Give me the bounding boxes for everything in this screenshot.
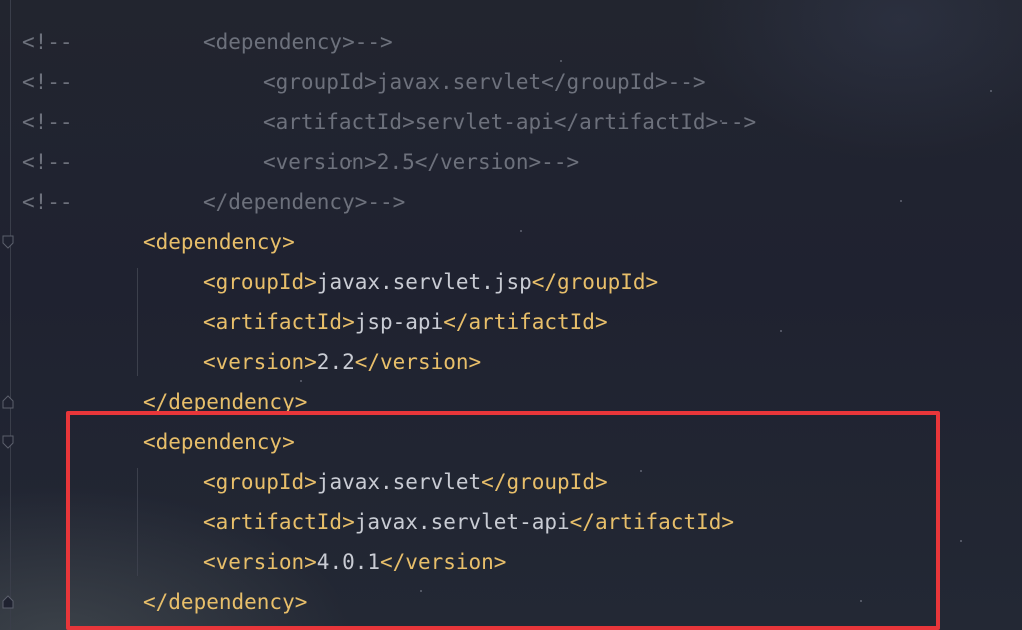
comment-close-marker: --> (541, 150, 580, 174)
line-content: <groupId>javax.servlet.jsp</groupId> (203, 262, 658, 302)
comment-open-marker: <!-- (22, 70, 73, 94)
line-content: <version>2.2</version> (203, 342, 481, 382)
highlight-box (66, 411, 940, 630)
comment-close-marker: --> (367, 190, 406, 214)
xml-open-tag: <version> (203, 350, 317, 374)
xml-close-tag: </groupId> (531, 270, 659, 294)
commented-line[interactable]: <!-- <artifactId>servlet-api</artifactId>… (0, 102, 1022, 142)
commented-line[interactable]: <!-- <dependency>--> (0, 22, 1022, 62)
xml-open-tag: <dependency> (203, 30, 355, 54)
xml-text: servlet-api (414, 110, 554, 134)
comment-open-marker: <!-- (22, 150, 73, 174)
comment-close-marker: --> (354, 30, 393, 54)
comment-open-marker: <!-- (22, 110, 73, 134)
xml-text: 2.2 (316, 350, 355, 374)
xml-text: javax.servlet.jsp (316, 270, 532, 294)
xml-text: jsp-api (354, 310, 444, 334)
xml-open-tag: <groupId> (203, 270, 317, 294)
comment-open-marker: <!-- (22, 190, 73, 214)
line-content: <artifactId>jsp-api</artifactId> (203, 302, 608, 342)
comment-open-marker: <!-- (22, 30, 73, 54)
comment-close-marker: --> (667, 70, 706, 94)
xml-open-tag: <version> (263, 150, 377, 174)
line-content: </dependency>--> (203, 182, 405, 222)
line-content: <dependency> (143, 222, 295, 262)
xml-close-tag: </artifactId> (443, 310, 608, 334)
xml-close-tag: </version> (354, 350, 482, 374)
code-line[interactable]: <artifactId>jsp-api</artifactId> (0, 302, 1022, 342)
commented-line[interactable]: <!-- <version>2.5</version>--> (0, 142, 1022, 182)
xml-text: 2.5 (376, 150, 415, 174)
xml-close-tag: </groupId> (541, 70, 668, 94)
xml-open-tag: <dependency> (143, 230, 295, 254)
xml-open-tag: <artifactId> (263, 110, 415, 134)
line-content: <dependency>--> (203, 22, 393, 62)
line-content: <version>2.5</version>--> (263, 142, 579, 182)
xml-text: javax.servlet (376, 70, 542, 94)
code-line[interactable]: <groupId>javax.servlet.jsp</groupId> (0, 262, 1022, 302)
line-content: <artifactId>servlet-api</artifactId>--> (263, 102, 756, 142)
comment-close-marker: --> (718, 110, 757, 134)
xml-open-tag: </dependency> (203, 190, 368, 214)
line-content: <groupId>javax.servlet</groupId>--> (263, 62, 706, 102)
commented-line[interactable]: <!-- </dependency>--> (0, 182, 1022, 222)
xml-open-tag: <groupId> (263, 70, 377, 94)
code-line[interactable]: <version>2.2</version> (0, 342, 1022, 382)
xml-close-tag: </artifactId> (553, 110, 719, 134)
xml-open-tag: <artifactId> (203, 310, 355, 334)
code-line[interactable]: <dependency> (0, 222, 1022, 262)
commented-line[interactable]: <!-- <groupId>javax.servlet</groupId>--> (0, 62, 1022, 102)
xml-close-tag: </version> (414, 150, 542, 174)
